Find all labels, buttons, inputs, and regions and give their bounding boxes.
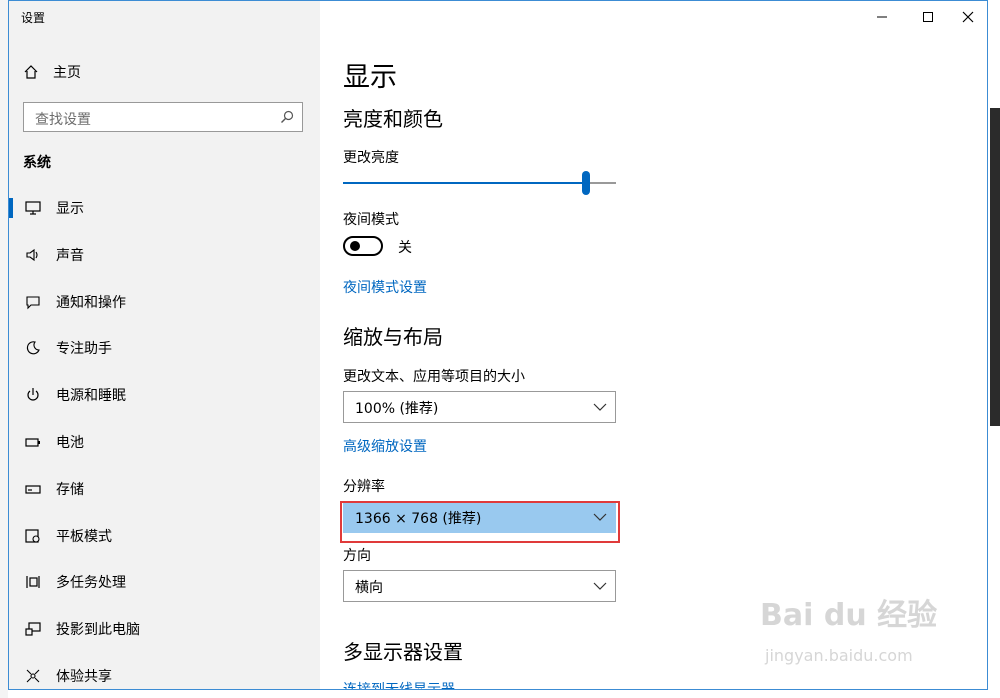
orientation-value: 横向 bbox=[355, 580, 383, 596]
sidebar-item-label: 电池 bbox=[56, 435, 84, 451]
search-input[interactable]: 查找设置 bbox=[23, 102, 303, 132]
monitor-icon bbox=[24, 199, 42, 217]
brightness-section-title: 亮度和颜色 bbox=[343, 107, 443, 131]
sidebar-item[interactable]: 显示 bbox=[9, 188, 320, 228]
sidebar-item-label: 平板模式 bbox=[56, 528, 112, 545]
search-placeholder: 查找设置 bbox=[35, 112, 91, 128]
home-icon bbox=[24, 65, 38, 79]
orientation-label: 方向 bbox=[343, 548, 371, 564]
resolution-highlight-box bbox=[340, 501, 620, 543]
notification-icon bbox=[24, 293, 42, 311]
home-link[interactable]: 主页 bbox=[23, 59, 303, 85]
search-icon[interactable] bbox=[280, 110, 294, 124]
sidebar-item[interactable]: 电池 bbox=[9, 422, 320, 462]
advanced-scale-link[interactable]: 高级缩放设置 bbox=[343, 436, 427, 456]
brightness-slider-thumb[interactable] bbox=[581, 171, 590, 195]
moon-icon bbox=[24, 339, 42, 357]
storage-icon bbox=[24, 480, 42, 498]
multi-display-section-title: 多显示器设置 bbox=[343, 640, 463, 664]
sidebar-item-label: 电源和睡眠 bbox=[56, 388, 126, 405]
sidebar-item-label: 投影到此电脑 bbox=[56, 622, 140, 639]
night-mode-state: 关 bbox=[398, 240, 412, 256]
battery-icon bbox=[24, 433, 42, 451]
sidebar: 设置 主页 查找设置 系统 显示声音通知和操作专注助手电源和睡眠电池存储平板模式… bbox=[9, 1, 320, 689]
sidebar-item-label: 多任务处理 bbox=[56, 575, 126, 592]
chevron-down-icon bbox=[593, 403, 607, 411]
sidebar-item-label: 通知和操作 bbox=[56, 294, 126, 311]
scale-dropdown[interactable]: 100% (推荐) bbox=[343, 391, 616, 423]
watermark-text: Bai du 经验 bbox=[760, 598, 938, 633]
sidebar-item-label: 显示 bbox=[56, 201, 84, 217]
sidebar-item[interactable]: 专注助手 bbox=[9, 328, 320, 368]
brightness-slider-fill bbox=[343, 182, 586, 184]
multitask-icon bbox=[24, 573, 42, 591]
sidebar-item[interactable]: 投影到此电脑 bbox=[9, 609, 320, 649]
sidebar-item[interactable]: 通知和操作 bbox=[9, 282, 320, 322]
share-icon bbox=[24, 667, 42, 685]
background-window-left bbox=[0, 0, 8, 698]
wireless-display-link[interactable]: 连接到无线显示器 bbox=[343, 679, 455, 689]
sidebar-item-label: 存储 bbox=[56, 481, 84, 498]
brightness-slider[interactable] bbox=[343, 171, 616, 195]
maximize-icon bbox=[923, 12, 933, 22]
background-panel bbox=[990, 108, 1000, 426]
close-icon bbox=[962, 11, 974, 23]
page-title: 显示 bbox=[343, 62, 397, 93]
resolution-label: 分辨率 bbox=[343, 479, 385, 495]
minimize-icon bbox=[877, 16, 887, 18]
toggle-knob bbox=[350, 241, 360, 251]
sidebar-item-label: 体验共享 bbox=[56, 669, 112, 685]
power-icon bbox=[24, 386, 42, 404]
tablet-icon bbox=[24, 527, 42, 545]
scale-section-title: 缩放与布局 bbox=[343, 325, 443, 349]
project-icon bbox=[24, 620, 42, 638]
night-mode-label: 夜间模式 bbox=[343, 212, 399, 228]
orientation-dropdown[interactable]: 横向 bbox=[343, 570, 616, 602]
sidebar-item[interactable]: 电源和睡眠 bbox=[9, 375, 320, 415]
close-button[interactable] bbox=[945, 1, 987, 33]
minimize-button[interactable] bbox=[859, 1, 905, 33]
sidebar-item[interactable]: 存储 bbox=[9, 469, 320, 509]
sidebar-item[interactable]: 声音 bbox=[9, 235, 320, 275]
sidebar-item[interactable]: 多任务处理 bbox=[9, 562, 320, 602]
title-bar: 设置 bbox=[9, 1, 320, 33]
speaker-icon bbox=[24, 246, 42, 264]
scale-label: 更改文本、应用等项目的大小 bbox=[343, 369, 525, 385]
scale-value: 100% (推荐) bbox=[355, 401, 439, 417]
night-mode-settings-link[interactable]: 夜间模式设置 bbox=[343, 277, 427, 297]
home-label: 主页 bbox=[53, 65, 81, 81]
settings-window: 设置 主页 查找设置 系统 显示声音通知和操作专注助手电源和睡眠电池存储平板模式… bbox=[8, 0, 988, 690]
sidebar-item[interactable]: 平板模式 bbox=[9, 516, 320, 556]
brightness-label: 更改亮度 bbox=[343, 150, 399, 166]
chevron-down-icon bbox=[593, 582, 607, 590]
watermark-url: jingyan.baidu.com bbox=[765, 646, 913, 665]
window-title: 设置 bbox=[21, 11, 46, 25]
night-mode-toggle[interactable] bbox=[343, 236, 383, 256]
sidebar-item-label: 声音 bbox=[56, 247, 84, 264]
section-title: 系统 bbox=[23, 155, 51, 171]
sidebar-item[interactable]: 体验共享 bbox=[9, 656, 320, 689]
sidebar-item-label: 专注助手 bbox=[56, 341, 112, 358]
baidu-watermark: Bai du 经验 jingyan.baidu.com bbox=[760, 590, 990, 680]
